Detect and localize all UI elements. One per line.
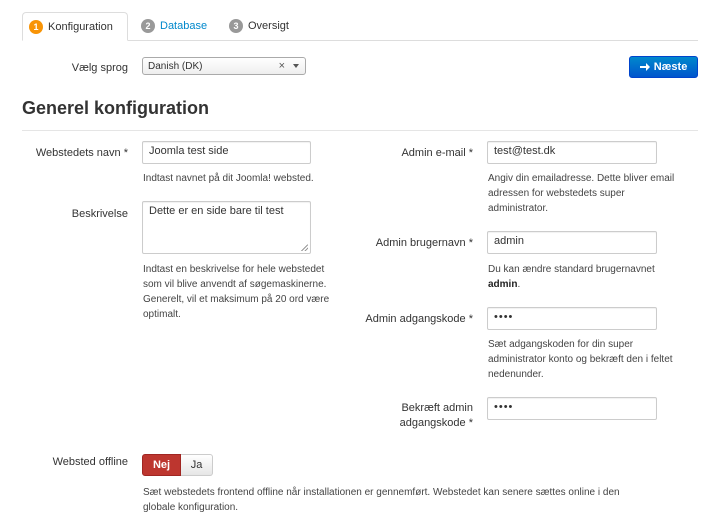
tab-database[interactable]: 2 Database	[135, 12, 213, 40]
description-textarea[interactable]: Dette er en side bare til test	[142, 201, 311, 254]
help-period: .	[517, 279, 521, 290]
site-name-help: Indtast navnet på dit Joomla! websted.	[143, 173, 314, 184]
offline-option-nej[interactable]: Nej	[142, 454, 181, 476]
help-line: Du kan ændre standard brugernavnet	[488, 264, 655, 275]
tab-konfiguration[interactable]: 1 Konfiguration	[22, 12, 128, 41]
admin-email-label: Admin e-mail *	[401, 147, 473, 159]
language-selected-value: Danish (DK)	[148, 60, 203, 72]
help-line: globale konfiguration.	[143, 502, 239, 513]
label-line: adgangskode *	[399, 417, 473, 429]
admin-username-label: Admin brugernavn *	[375, 237, 473, 249]
description-label: Beskrivelse	[71, 208, 128, 220]
help-line: administrator.	[488, 203, 549, 214]
help-line: adressen for webstedets super	[488, 188, 625, 199]
offline-help: Sæt webstedets frontend offline når inst…	[143, 485, 703, 515]
admin-email-input[interactable]: test@test.dk	[487, 141, 657, 164]
confirm-password-input[interactable]: ••••	[487, 397, 657, 420]
help-line: Angiv din emailadresse. Dette bliver ema…	[488, 173, 675, 184]
help-line: som vil blive anvendt af søgemaskinerne.	[143, 279, 327, 290]
help-line: Indtast en beskrivelse for hele webstede…	[143, 264, 325, 275]
confirm-password-label: Bekræft admin adgangskode *	[355, 401, 473, 431]
page-title: Generel konfiguration	[22, 98, 210, 118]
admin-password-label: Admin adgangskode *	[365, 313, 473, 325]
username-default: admin	[488, 279, 518, 290]
step-badge-1: 1	[29, 19, 43, 34]
label-line: Bekræft admin	[401, 402, 473, 414]
step-badge-3: 3	[229, 19, 243, 33]
resize-handle-icon[interactable]	[301, 244, 308, 251]
next-button[interactable]: Næste	[629, 56, 698, 78]
language-select[interactable]: Danish (DK) ×	[142, 57, 306, 75]
clear-icon[interactable]: ×	[279, 60, 285, 72]
help-line: admin.	[488, 277, 703, 292]
help-line: Sæt adgangskoden for din super	[488, 339, 634, 350]
description-help: Indtast en beskrivelse for hele webstede…	[143, 262, 373, 322]
offline-label: Websted offline	[52, 456, 128, 468]
admin-username-help: Du kan ændre standard brugernavnet admin…	[488, 262, 703, 292]
site-name-input[interactable]: Joomla test side	[142, 141, 311, 164]
help-line: nedenunder.	[488, 369, 544, 380]
step-badge-2: 2	[141, 19, 155, 33]
admin-password-help: Sæt adgangskoden for din super administr…	[488, 337, 703, 382]
tab-label: Konfiguration	[48, 20, 113, 33]
admin-username-input[interactable]: admin	[487, 231, 657, 254]
offline-toggle[interactable]: Nej Ja	[142, 454, 213, 476]
help-line: optimalt.	[143, 309, 181, 320]
site-name-label: Webstedets navn *	[35, 147, 128, 159]
help-line: Generelt, vil et maksimum på 20 ord være	[143, 294, 330, 305]
next-button-label: Næste	[653, 61, 688, 73]
chevron-down-icon[interactable]	[293, 64, 299, 68]
offline-option-ja[interactable]: Ja	[181, 454, 213, 476]
help-line: Sæt webstedets frontend offline når inst…	[143, 487, 620, 498]
admin-email-help: Angiv din emailadresse. Dette bliver ema…	[488, 171, 703, 216]
admin-password-input[interactable]: ••••	[487, 307, 657, 330]
tab-label: Oversigt	[248, 20, 289, 32]
section-divider	[22, 130, 698, 131]
description-value: Dette er en side bare til test	[149, 205, 284, 217]
language-label: Vælg sprog	[71, 62, 128, 74]
help-line: administrator konto og bekræft den i fel…	[488, 354, 673, 365]
tab-oversigt[interactable]: 3 Oversigt	[223, 12, 295, 40]
arrow-right-icon	[639, 63, 650, 71]
tab-label: Database	[160, 20, 208, 32]
